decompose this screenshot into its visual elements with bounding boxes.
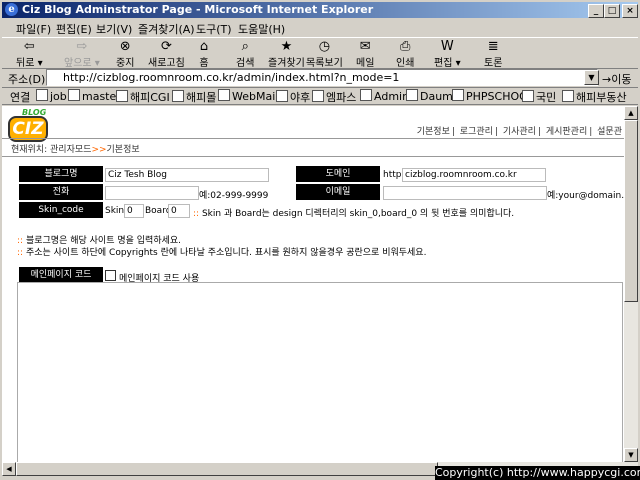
scroll-up-icon[interactable]: ▲ [624, 106, 638, 120]
refresh-icon: ⟳ [160, 39, 172, 54]
nav-article-admin[interactable]: 기사관리 [503, 127, 536, 137]
menu-edit[interactable]: 편집(E) [56, 21, 92, 37]
copyright-bar: Copyright(c) http://www.happycgi.com [435, 466, 640, 480]
link-item[interactable]: 국민 [522, 89, 556, 105]
link-item[interactable]: 엠파스 [312, 89, 356, 105]
ie-icon: e [5, 3, 18, 16]
address-label: 주소(D) [8, 73, 46, 86]
address-input[interactable]: http://cizblog.roomnroom.co.kr/admin/ind… [46, 69, 598, 86]
link-item[interactable]: Admin [360, 89, 409, 103]
go-button[interactable]: →이동 [602, 71, 631, 87]
vertical-scrollbar[interactable]: ▲ ▼ [624, 106, 638, 462]
address-url: http://cizblog.roomnroom.co.kr/admin/ind… [63, 71, 400, 84]
print-icon: ⎙ [400, 39, 411, 54]
word-icon: W [440, 39, 454, 54]
favorites-icon: ★ [280, 39, 293, 54]
link-item[interactable]: 해피CGI [116, 89, 170, 105]
address-bar: 주소(D) http://cizblog.roomnroom.co.kr/adm… [2, 68, 638, 88]
phone-input[interactable] [105, 186, 199, 200]
skin-note: :: Skin 과 Board는 design 디렉터리의 skin_0,boa… [193, 209, 515, 219]
note-address: :: 주소는 사이트 하단에 Copyrights 란에 나타날 주소입니다. … [17, 248, 427, 258]
link-item[interactable]: 해피몰 [172, 89, 216, 105]
domain-label: 도메인 [296, 166, 380, 182]
address-dropdown-icon[interactable]: ▼ [584, 70, 599, 85]
maximize-button[interactable]: □ [604, 4, 620, 18]
divider [2, 138, 624, 139]
home-icon: ⌂ [199, 39, 209, 54]
home-button[interactable]: ⌂ 홈 [196, 39, 212, 70]
mail-button[interactable]: ✉ 메일 [356, 39, 374, 70]
scroll-down-icon[interactable]: ▼ [624, 448, 638, 462]
phone-hint: 예:02-999-9999 [199, 191, 269, 201]
mail-icon: ✉ [359, 39, 371, 54]
page-content: BLOG CIZ 기본정보 | 로그관리 | 기사관리 | 게시판관리 | 설문관 현재… [2, 106, 624, 462]
main-page-code-label: 메인페이지 코드 [19, 267, 103, 283]
menu-bar: 파일(F) 편집(E) 보기(V) 즐겨찾기(A) 도구(T) 도움말(H) [2, 19, 638, 36]
back-arrow-icon: ⇦ [23, 39, 35, 54]
link-item[interactable]: master [68, 89, 121, 103]
history-icon: ◷ [318, 39, 331, 54]
nav-log-admin[interactable]: 로그관리 [460, 127, 493, 137]
menu-view[interactable]: 보기(V) [96, 21, 132, 37]
menu-favorites[interactable]: 즐겨찾기(A) [138, 21, 195, 37]
stop-icon: ⊗ [119, 39, 131, 54]
favorites-button[interactable]: ★ 즐겨찾기 [268, 39, 305, 70]
close-button[interactable]: × [622, 4, 638, 18]
history-button[interactable]: ◷ 목록보기 [306, 39, 343, 70]
blog-name-input[interactable]: Ciz Tesh Blog [105, 168, 269, 182]
browser-window: e Ciz Blog Adminstrator Page - Microsoft… [0, 0, 640, 480]
email-label: 이메일 [296, 184, 380, 200]
link-item[interactable]: Daum [406, 89, 453, 103]
search-icon: ⌕ [241, 39, 249, 54]
edit-button[interactable]: W 편집 ▾ [434, 39, 461, 70]
minimize-button[interactable]: _ [588, 4, 604, 18]
print-button[interactable]: ⎙ 인쇄 [396, 39, 414, 70]
main-code-checkbox[interactable] [105, 270, 116, 281]
menu-help[interactable]: 도움말(H) [238, 21, 285, 37]
back-button[interactable]: ⇦ 뒤로 ▾ [16, 39, 43, 70]
nav-basic-info[interactable]: 기본정보 [417, 127, 450, 137]
horizontal-scroll-thumb[interactable] [16, 462, 438, 476]
link-item[interactable]: 야후 [276, 89, 310, 105]
email-hint: 예:your@domain.com [547, 191, 624, 201]
board-input[interactable]: 0 [168, 204, 190, 218]
toolbar: ⇦ 뒤로 ▾ ⇨ 앞으로 ▾ ⊗ 중지 ⟳ 새로고침 ⌂ 홈 ⌕ 검색 ★ 즐겨… [2, 37, 638, 69]
links-bar: 연결 job master 해피CGI 해피몰 WebMail 야후 엠파스 A… [2, 88, 638, 105]
domain-input[interactable]: cizblog.roomnroom.co.kr [402, 168, 546, 182]
breadcrumb: 현재위치: 관리자모드>>기본정보 [11, 145, 140, 155]
skin-code-label: Skin_code [19, 202, 103, 218]
forward-button[interactable]: ⇨ 앞으로 ▾ [64, 39, 100, 70]
divider [2, 156, 624, 157]
link-item[interactable]: 해피부동산 [562, 89, 627, 105]
phone-label: 전화 [19, 184, 103, 200]
stop-button[interactable]: ⊗ 중지 [116, 39, 134, 70]
discuss-icon: ≣ [487, 39, 499, 54]
refresh-button[interactable]: ⟳ 새로고침 [148, 39, 185, 70]
skin-input[interactable]: 0 [124, 204, 144, 218]
skin-text: Skin [105, 206, 125, 216]
search-button[interactable]: ⌕ 검색 [236, 39, 254, 70]
nav-board-admin[interactable]: 게시판관리 [546, 127, 587, 137]
link-item[interactable]: job [36, 89, 67, 103]
blog-name-label: 블로그명 [19, 166, 103, 182]
discuss-button[interactable]: ≣ 토론 [484, 39, 502, 70]
nav-survey-admin[interactable]: 설문관 [597, 127, 622, 137]
vertical-scroll-thumb[interactable] [624, 120, 638, 302]
ciz-blog-logo[interactable]: BLOG CIZ [8, 108, 48, 142]
forward-arrow-icon: ⇨ [76, 39, 88, 54]
scroll-left-icon[interactable]: ◀ [2, 462, 16, 476]
admin-top-nav: 기본정보 | 로그관리 | 기사관리 | 게시판관리 | 설문관 [416, 127, 622, 137]
link-item[interactable]: WebMail [218, 89, 278, 103]
email-input[interactable] [383, 186, 547, 200]
menu-file[interactable]: 파일(F) [16, 21, 51, 37]
main-page-code-textarea[interactable] [17, 282, 623, 462]
window-title: Ciz Blog Adminstrator Page - Microsoft I… [22, 3, 374, 16]
menu-tools[interactable]: 도구(T) [196, 21, 232, 37]
title-bar[interactable]: e Ciz Blog Adminstrator Page - Microsoft… [2, 2, 638, 18]
links-label: 연결 [10, 91, 31, 104]
